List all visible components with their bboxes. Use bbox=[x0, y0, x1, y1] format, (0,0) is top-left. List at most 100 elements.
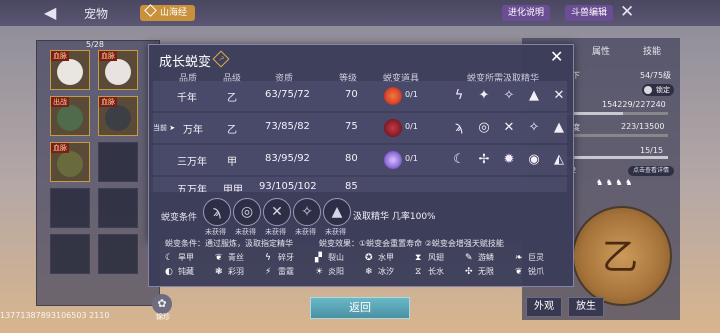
level-value: 54/75级 bbox=[640, 71, 672, 80]
essence-icon[interactable]: ✹ bbox=[501, 152, 517, 168]
help-icon[interactable]: ? bbox=[212, 50, 230, 68]
row-level: 70 bbox=[345, 89, 358, 100]
skill-icon: ⚡ bbox=[265, 267, 272, 277]
condition-slot-icon[interactable]: ▲ bbox=[323, 198, 351, 226]
release-button[interactable]: 放生 bbox=[568, 297, 604, 317]
empty-slot[interactable] bbox=[50, 234, 90, 274]
skill-item: ❦ 锐爪 bbox=[515, 267, 544, 277]
essence-icon[interactable]: ◭ bbox=[551, 152, 567, 168]
pet-avatar bbox=[57, 59, 83, 85]
empty-slot[interactable] bbox=[98, 142, 138, 182]
item-count: 0/1 bbox=[405, 90, 418, 99]
life-value: 15/15 bbox=[640, 146, 664, 155]
skill-icon: ϟ bbox=[265, 253, 271, 263]
skill-item: ✪ 水甲 bbox=[365, 253, 394, 263]
condition-slot-icon[interactable]: ✕ bbox=[263, 198, 291, 226]
skill-icon: ❃ bbox=[215, 267, 223, 277]
grade-character: 乙 bbox=[602, 237, 639, 278]
skill-item: ✎ 游鳞 bbox=[465, 253, 494, 263]
tab-skills[interactable]: 技能 bbox=[643, 44, 661, 57]
skill-item: ▞ 裂山 bbox=[315, 253, 344, 263]
skill-icon: ✎ bbox=[465, 253, 473, 263]
essence-icon[interactable]: ✧ bbox=[501, 88, 517, 104]
tab-attributes[interactable]: 属性 bbox=[592, 44, 610, 57]
empty-slot[interactable] bbox=[50, 188, 90, 228]
condition-status: 未获得 bbox=[295, 228, 316, 236]
close-icon[interactable]: ✕ bbox=[550, 47, 563, 66]
skill-icon: ❧ bbox=[515, 253, 523, 263]
pet-avatar bbox=[105, 59, 131, 85]
evolution-orb-icon[interactable] bbox=[384, 119, 402, 137]
toggle-knob-icon bbox=[644, 86, 652, 94]
row-grade: 甲 bbox=[227, 157, 237, 168]
pet-slot-4[interactable]: 血脉 bbox=[98, 96, 138, 136]
condition-status: 未获得 bbox=[325, 228, 346, 236]
essence-icon[interactable]: ϡ bbox=[451, 120, 467, 136]
essence-icon[interactable]: ✢ bbox=[476, 152, 492, 168]
pet-slot-1[interactable]: 血脉 bbox=[50, 50, 90, 90]
row-aptitude: 63/75/72 bbox=[265, 89, 310, 100]
condition-slot-icon[interactable]: ϡ bbox=[203, 198, 231, 226]
bloodline-badge: 血脉 bbox=[99, 51, 117, 61]
essence-icon[interactable]: ◎ bbox=[476, 120, 492, 136]
row-grade: 乙 bbox=[227, 125, 237, 136]
essence-icon[interactable]: ✕ bbox=[551, 88, 567, 104]
essence-icon[interactable]: ✧ bbox=[526, 120, 542, 136]
essence-icon[interactable]: ◉ bbox=[526, 152, 542, 168]
close-icon[interactable]: ✕ bbox=[620, 2, 634, 22]
stat-value: 223/13500 bbox=[621, 122, 665, 131]
skill-icon: ❄ bbox=[365, 267, 373, 277]
pet-slot-2[interactable]: 血脉 bbox=[98, 50, 138, 90]
row-level: 75 bbox=[345, 121, 358, 132]
shanhaijing-tag[interactable]: 山海经 bbox=[140, 4, 196, 21]
skill-icons[interactable]: ♞ ♞ ♞ ♞ bbox=[596, 178, 632, 187]
skill-item: ❧ 巨灵 bbox=[515, 253, 544, 263]
row-level: 85 bbox=[345, 181, 358, 192]
essence-icon[interactable]: ✦ bbox=[476, 88, 492, 104]
view-detail-button[interactable]: 点击查看详情 bbox=[628, 166, 674, 176]
current-marker: 当前 ➤ bbox=[153, 124, 176, 132]
skill-item: ❃ 彩羽 bbox=[215, 267, 244, 277]
skill-icon: ☾ bbox=[165, 253, 174, 263]
condition-hint: 汲取精华 几率100% bbox=[353, 212, 436, 222]
back-arrow-icon[interactable]: ◀ bbox=[44, 3, 56, 22]
essence-icon[interactable]: ☾ bbox=[451, 152, 467, 168]
essence-icon[interactable]: ▲ bbox=[551, 120, 567, 136]
evolve-info-button[interactable]: 进化说明 bbox=[502, 5, 551, 21]
pet-avatar bbox=[57, 151, 83, 177]
row-quality: 万年 bbox=[183, 125, 203, 136]
row-aptitude: 83/95/92 bbox=[265, 153, 310, 164]
bag-label: 锦珍 bbox=[156, 313, 170, 321]
row-grade: 乙 bbox=[227, 93, 237, 104]
skill-item: ❄ 冰汐 bbox=[365, 267, 394, 277]
empty-slot[interactable] bbox=[98, 234, 138, 274]
evolution-orb-icon[interactable] bbox=[384, 87, 402, 105]
condition-slot-icon[interactable]: ✧ bbox=[293, 198, 321, 226]
essence-icon[interactable]: ϟ bbox=[451, 88, 467, 104]
pet-slot-5[interactable]: 血脉 bbox=[50, 142, 90, 182]
skill-item: ❦ 青丝 bbox=[215, 253, 244, 263]
table-row: 三万年 甲 83/95/92 80 0/1 ☾ ✢ ✹ ◉ ◭ bbox=[153, 145, 567, 175]
skill-icon: ◐ bbox=[165, 267, 173, 277]
essence-icon[interactable]: ▲ bbox=[526, 88, 542, 104]
tag-label: 山海经 bbox=[160, 8, 188, 18]
appearance-button[interactable]: 外观 bbox=[526, 297, 562, 317]
evolution-orb-icon[interactable] bbox=[384, 151, 402, 169]
skill-icon: ✣ bbox=[465, 267, 473, 277]
essence-icon[interactable]: ✕ bbox=[501, 120, 517, 136]
empty-slot[interactable] bbox=[98, 188, 138, 228]
condition-slot-icon[interactable]: ◎ bbox=[233, 198, 261, 226]
table-row: 千年 乙 63/75/72 70 0/1 ϟ ✦ ✧ ▲ ✕ bbox=[153, 81, 567, 111]
bag-icon[interactable]: ✿ bbox=[152, 294, 172, 314]
skill-icon: ⧖ bbox=[415, 267, 422, 277]
fight-edit-button[interactable]: 斗兽编辑 bbox=[565, 5, 614, 21]
exp-value: 154229/227240 bbox=[602, 100, 666, 109]
page-title: 宠物 bbox=[84, 7, 109, 21]
item-count: 0/1 bbox=[405, 154, 418, 163]
return-button[interactable]: 返回 bbox=[310, 297, 410, 319]
condition-status: 未获得 bbox=[235, 228, 256, 236]
pet-slot-3-selected[interactable]: 出战 bbox=[50, 96, 90, 136]
pet-avatar bbox=[57, 105, 83, 131]
skill-item: ◐ 钝藏 bbox=[165, 267, 194, 277]
user-id: 13771387893106503 2110 bbox=[0, 311, 110, 320]
